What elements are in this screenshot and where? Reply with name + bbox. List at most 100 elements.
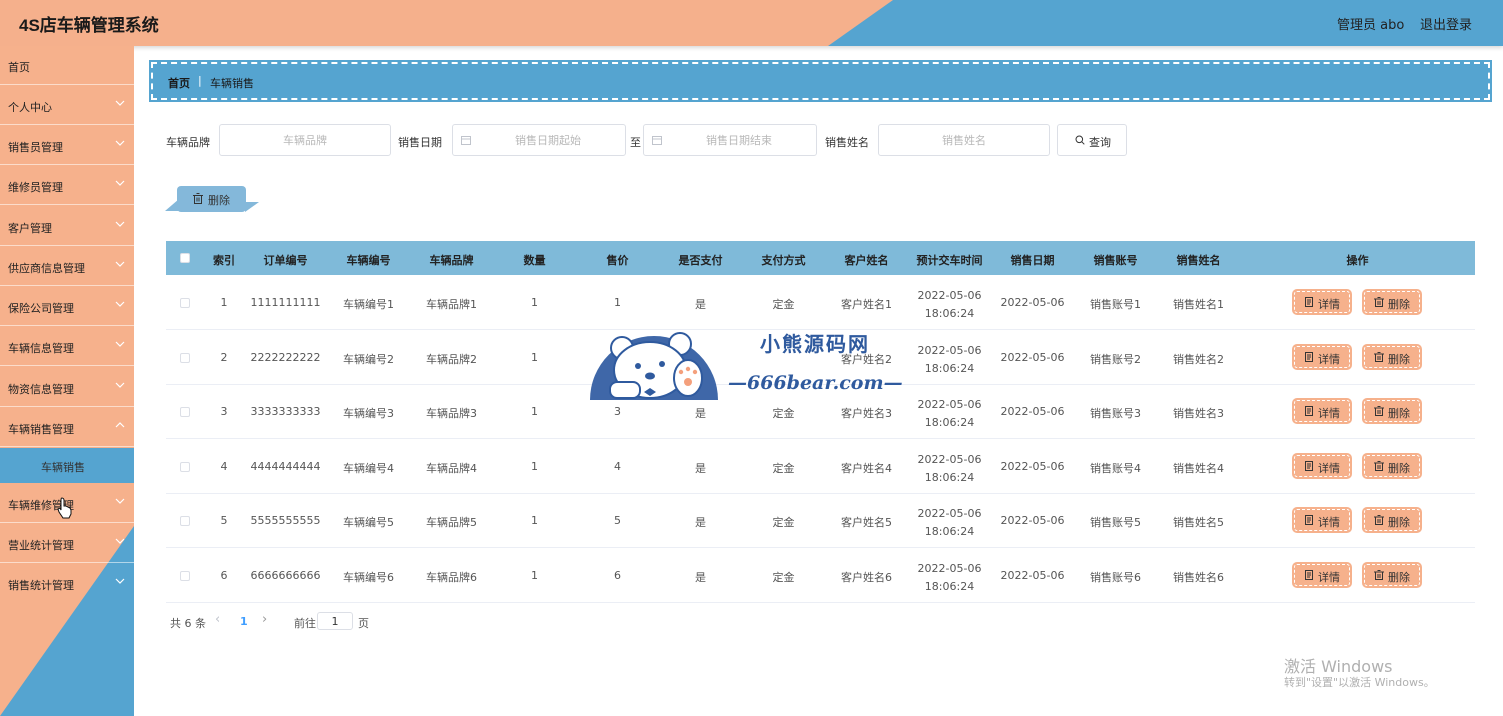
table-row: 6 6666666666 车辆编号6 车辆品牌6 1 6 是定金 客户姓名6 2022-05-0… bbox=[166, 549, 1475, 603]
column-header: 销售日期 bbox=[1010, 254, 1055, 267]
cell-sale-date: 2022-05-06 bbox=[1000, 568, 1065, 582]
cell-idx: 2 bbox=[220, 350, 228, 364]
cell-customer: 客户姓名6 bbox=[841, 570, 892, 584]
chevron-down-icon bbox=[115, 341, 125, 347]
brand-input[interactable] bbox=[219, 124, 391, 156]
cell-sale-date: 2022-05-06 bbox=[1000, 405, 1065, 418]
sidebar-item-supplier[interactable]: 供应商信息管理 bbox=[0, 247, 134, 286]
calendar-icon bbox=[461, 136, 471, 145]
column-header: 预计交车时间 bbox=[916, 254, 983, 267]
app-title: 4S店车辆管理系统 bbox=[19, 16, 159, 35]
detail-button[interactable]: 详情 bbox=[1292, 561, 1352, 588]
row-checkbox[interactable] bbox=[180, 516, 190, 526]
row-checkbox[interactable] bbox=[180, 570, 190, 581]
document-icon bbox=[1305, 351, 1313, 362]
row-checkbox[interactable] bbox=[180, 352, 190, 363]
sidebar-item-label: 个人中心 bbox=[8, 101, 52, 114]
cell-car-no: 车辆编号1 bbox=[343, 298, 394, 311]
column-header: 数量 bbox=[523, 254, 546, 267]
top-header: 4S店车辆管理系统 管理员 abo 退出登录 bbox=[0, 0, 1503, 46]
detail-button-label: 详情 bbox=[1318, 461, 1340, 475]
row-checkbox[interactable] bbox=[180, 407, 190, 417]
detail-button[interactable]: 详情 bbox=[1292, 289, 1352, 315]
cell-idx: 1 bbox=[220, 296, 228, 309]
sale-date-start-input[interactable] bbox=[452, 124, 626, 156]
cell-delivery-date-part: 2022-05-06 bbox=[917, 343, 982, 357]
cell-order: 2222222222 bbox=[250, 350, 321, 364]
delete-button[interactable]: 删除 bbox=[1362, 289, 1422, 315]
detail-button-label: 详情 bbox=[1318, 298, 1340, 311]
detail-button[interactable]: 详情 bbox=[1292, 398, 1352, 424]
sidebar-item-salesperson[interactable]: 销售员管理 bbox=[0, 126, 134, 165]
batch-delete-button[interactable]: 删除 bbox=[177, 186, 246, 212]
sidebar-item-customer[interactable]: 客户管理 bbox=[0, 207, 134, 246]
batch-delete-label: 删除 bbox=[208, 194, 230, 207]
select-all-checkbox[interactable] bbox=[180, 253, 190, 263]
sidebar-item-repairman[interactable]: 维修员管理 bbox=[0, 166, 134, 205]
column-header: 车辆编号 bbox=[346, 254, 391, 267]
cell-paid: 是 bbox=[695, 570, 706, 584]
cell-seller: 销售姓名4 bbox=[1173, 461, 1224, 475]
delete-button[interactable]: 删除 bbox=[1362, 343, 1422, 370]
row-checkbox[interactable] bbox=[180, 298, 190, 308]
detail-button[interactable]: 详情 bbox=[1292, 452, 1352, 479]
cell-delivery-time: 2022-05-06 18:06:24 bbox=[908, 396, 991, 432]
sidebar-item-materials[interactable]: 物资信息管理 bbox=[0, 368, 134, 407]
breadcrumb-home-link[interactable]: 首页 bbox=[168, 75, 190, 91]
chevron-up-icon bbox=[115, 422, 125, 428]
sidebar-subitem-vehicle-sale[interactable]: 车辆销售 bbox=[0, 448, 134, 483]
row-checkbox[interactable] bbox=[180, 461, 190, 472]
detail-button[interactable]: 详情 bbox=[1292, 507, 1352, 533]
cell-brand: 车辆品牌2 bbox=[426, 352, 477, 366]
sidebar-item-label: 销售统计管理 bbox=[8, 579, 74, 592]
delete-button[interactable]: 删除 bbox=[1362, 561, 1422, 588]
sidebar-item-label: 物资信息管理 bbox=[8, 383, 74, 396]
cell-price: 5 bbox=[614, 514, 621, 527]
cell-delivery-time-part: 18:06:24 bbox=[924, 361, 975, 375]
cell-pay: 定金 bbox=[772, 407, 795, 420]
detail-button[interactable]: 详情 bbox=[1292, 343, 1352, 370]
chevron-down-icon bbox=[115, 538, 125, 544]
sidebar-item-home[interactable]: 首页 bbox=[0, 46, 134, 85]
column-header: 售价 bbox=[606, 254, 629, 267]
watermark-title: 小熊源码网 bbox=[760, 332, 870, 356]
cell-price: 3 bbox=[614, 405, 621, 418]
delete-button[interactable]: 删除 bbox=[1362, 398, 1422, 424]
cell-delivery-date-part: 2022-05-06 bbox=[917, 452, 982, 466]
cell-brand: 车辆品牌6 bbox=[426, 570, 477, 584]
cell-account: 销售账号6 bbox=[1090, 570, 1141, 584]
delete-button-tail bbox=[245, 202, 259, 212]
pagination-next-icon[interactable]: › bbox=[262, 612, 267, 627]
sale-date-end-input[interactable] bbox=[643, 124, 817, 156]
pagination-prev-icon[interactable]: ‹ bbox=[215, 612, 220, 627]
cell-pay: 定金 bbox=[772, 461, 795, 475]
pagination-goto-input[interactable] bbox=[317, 612, 353, 630]
sidebar-item-label: 首页 bbox=[8, 61, 30, 74]
cell-seller: 销售姓名1 bbox=[1173, 298, 1224, 311]
sidebar-item-business-stats[interactable]: 营业统计管理 bbox=[0, 524, 134, 563]
column-header: 客户姓名 bbox=[844, 254, 889, 267]
sidebar-item-sales-stats[interactable]: 销售统计管理 bbox=[0, 564, 134, 603]
delete-button[interactable]: 删除 bbox=[1362, 452, 1422, 479]
sidebar-item-profile[interactable]: 个人中心 bbox=[0, 86, 134, 125]
logout-link[interactable]: 退出登录 bbox=[1420, 14, 1472, 33]
sidebar-item-vehicle-sales[interactable]: 车辆销售管理 bbox=[0, 408, 134, 447]
trash-icon bbox=[1374, 460, 1384, 471]
cell-account: 销售账号3 bbox=[1090, 407, 1141, 420]
cell-qty: 1 bbox=[531, 350, 538, 364]
delete-button-label: 删除 bbox=[1388, 352, 1410, 366]
query-button[interactable]: 查询 bbox=[1057, 124, 1127, 156]
cell-account: 销售账号2 bbox=[1090, 352, 1141, 366]
cell-idx: 4 bbox=[220, 459, 228, 473]
sale-date-label: 销售日期 bbox=[398, 136, 442, 149]
delete-button[interactable]: 删除 bbox=[1362, 507, 1422, 533]
cell-delivery-time-part: 18:06:24 bbox=[924, 416, 975, 429]
sidebar-item-insurance[interactable]: 保险公司管理 bbox=[0, 287, 134, 326]
cell-delivery-date-part: 2022-05-06 bbox=[917, 507, 982, 520]
column-header: 索引 bbox=[213, 254, 235, 267]
seller-name-input[interactable] bbox=[878, 124, 1050, 156]
pagination-page-1[interactable]: 1 bbox=[240, 615, 248, 628]
column-header: 订单编号 bbox=[263, 254, 308, 267]
column-header: 支付方式 bbox=[761, 254, 806, 267]
sidebar-item-vehicle-info[interactable]: 车辆信息管理 bbox=[0, 327, 134, 366]
